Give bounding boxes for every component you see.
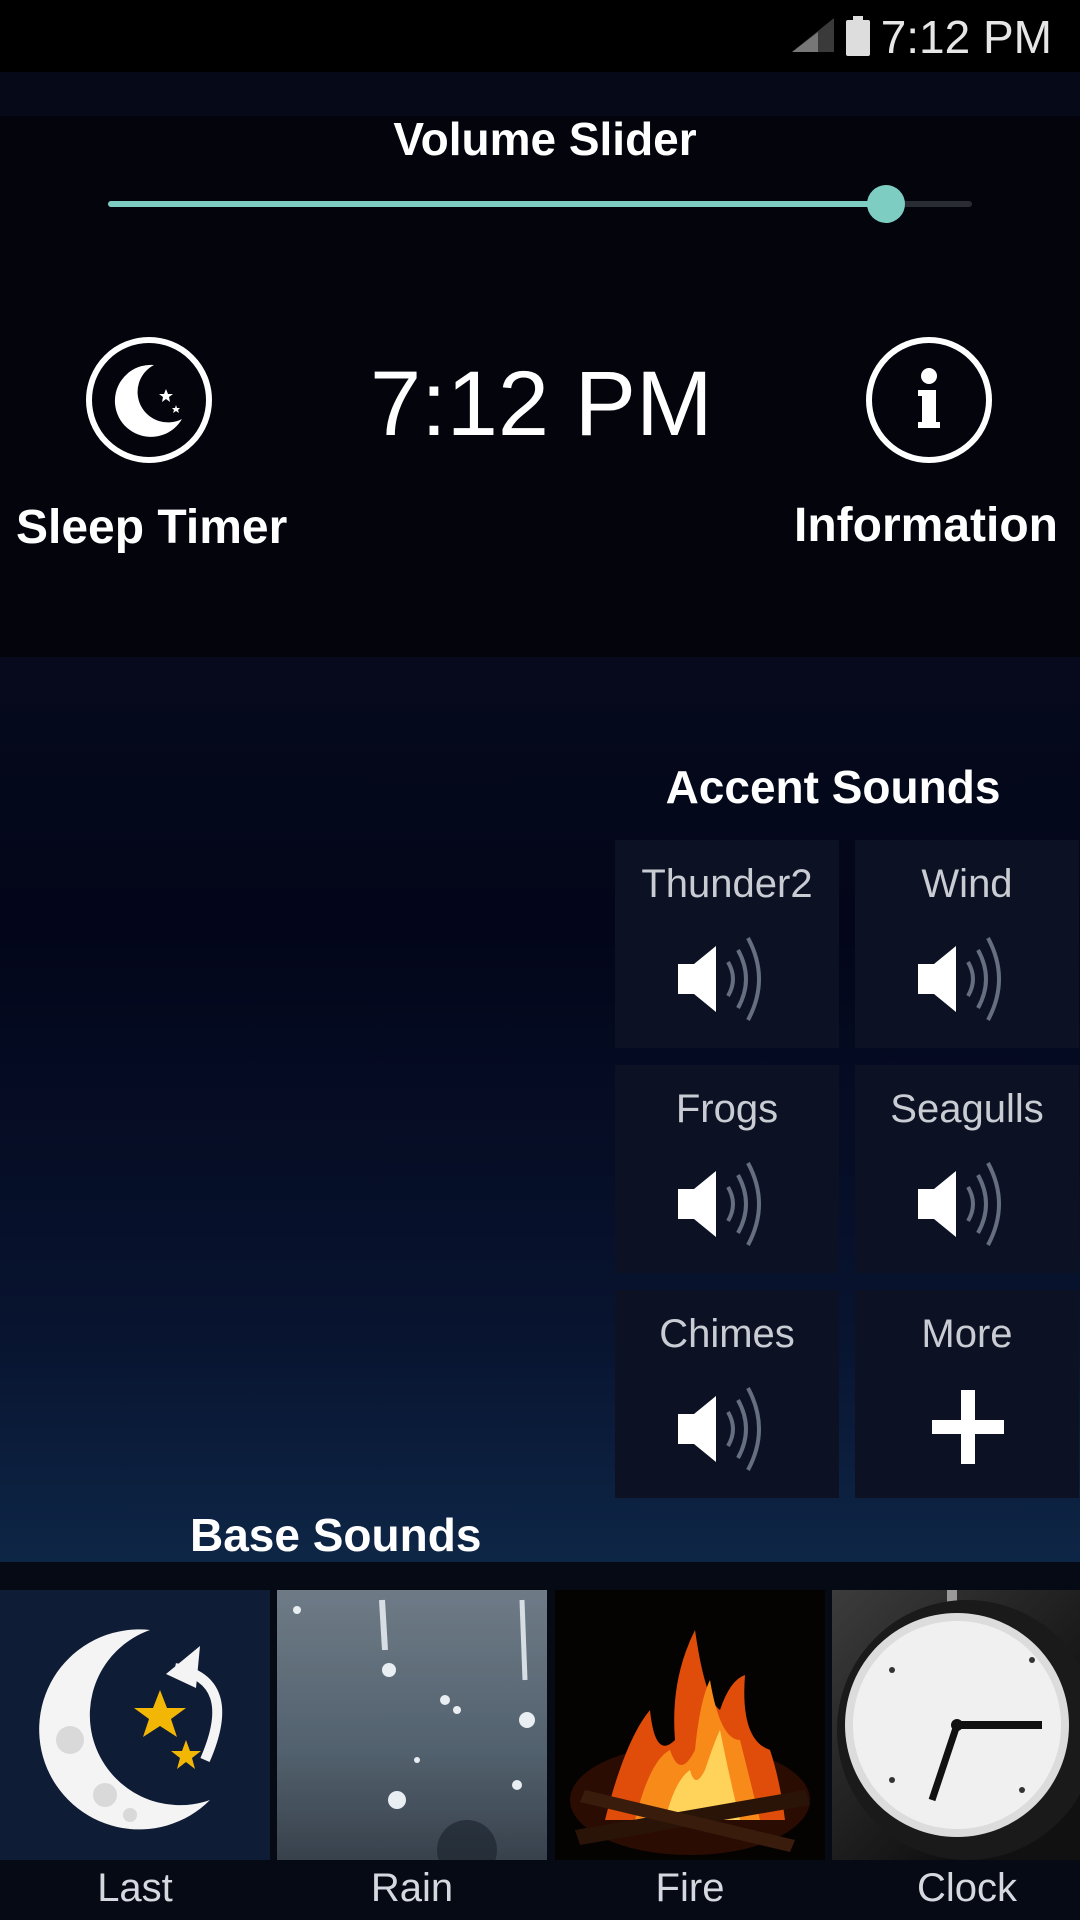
accent-tile-chimes[interactable]: Chimes (615, 1290, 839, 1498)
fire-image (555, 1590, 825, 1860)
status-bar: 7:12 PM (0, 0, 1080, 72)
top-band (0, 72, 1080, 116)
plus-icon (932, 1390, 1004, 1464)
accent-tile-thunder2[interactable]: Thunder2 (615, 840, 839, 1048)
speaker-icon (918, 937, 1001, 1021)
base-item-label: Rain (370, 1866, 454, 1910)
clock-face (837, 1590, 1080, 1860)
base-thumb (0, 1590, 270, 1860)
volume-slider[interactable] (108, 185, 972, 223)
volume-slider-thumb[interactable] (866, 185, 905, 223)
sleep-timer-button[interactable] (86, 337, 212, 463)
volume-title: Volume Slider (393, 113, 697, 165)
base-sounds-title: Base Sounds (190, 1509, 482, 1561)
base-item-label: Fire (655, 1866, 725, 1910)
status-time: 7:12 PM (880, 11, 1052, 63)
information-button[interactable] (866, 337, 992, 463)
accent-tile-more[interactable]: More (855, 1290, 1079, 1498)
information-label: Information (794, 499, 1058, 552)
fire-flames (570, 1630, 810, 1855)
speaker-icon (678, 937, 761, 1021)
base-item-last[interactable]: Last (0, 1590, 270, 1920)
accent-tile-label: Chimes (659, 1312, 795, 1356)
moon-stars-icon (114, 364, 182, 437)
accent-tile-label: Seagulls (890, 1087, 1044, 1131)
sleep-timer-label: Sleep Timer (16, 501, 288, 554)
info-icon (918, 368, 940, 428)
accent-tile-frogs[interactable]: Frogs (615, 1065, 839, 1273)
base-item-label: Last (97, 1866, 173, 1910)
rain-drops (277, 1590, 547, 1860)
accent-tile-label: Thunder2 (641, 862, 813, 906)
accent-tile-label: More (921, 1312, 1013, 1356)
speaker-icon (678, 1162, 761, 1246)
speaker-icon (678, 1387, 761, 1471)
base-item-rain[interactable]: Rain (277, 1590, 547, 1920)
clock-display: 7:12 PM (370, 353, 713, 455)
moon-replay-icon (39, 1629, 223, 1830)
accent-sounds-title: Accent Sounds (665, 761, 1001, 813)
accent-tile-label: Wind (921, 862, 1013, 906)
clock-image (832, 1590, 1080, 1860)
speaker-icon (918, 1162, 1001, 1246)
base-item-clock[interactable]: Clock (832, 1590, 1080, 1920)
base-item-fire[interactable]: Fire (555, 1590, 825, 1920)
volume-slider-fill (108, 201, 886, 207)
accent-tile-wind[interactable]: Wind (855, 840, 1079, 1048)
battery-icon (846, 16, 870, 56)
rain-image (277, 1590, 547, 1860)
accent-tile-label: Frogs (675, 1087, 779, 1131)
base-item-label: Clock (916, 1866, 1018, 1910)
signal-icon (792, 18, 834, 52)
accent-tile-seagulls[interactable]: Seagulls (855, 1065, 1079, 1273)
